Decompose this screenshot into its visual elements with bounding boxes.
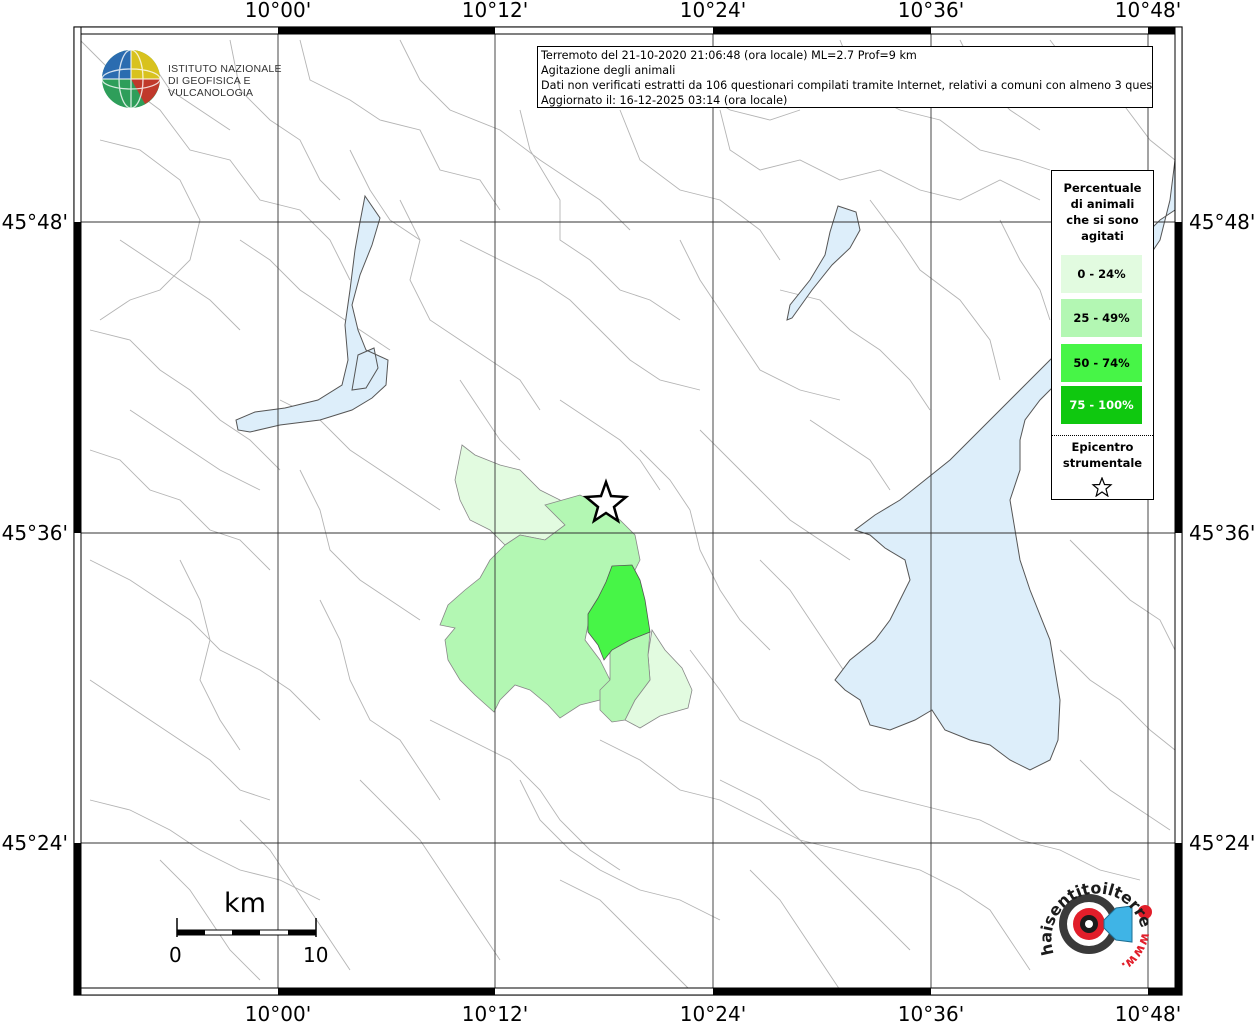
map-legend: Percentuale di animali che si sono agita… <box>1051 170 1154 500</box>
legend-class-swatch: 75 - 100% <box>1061 386 1142 424</box>
ingv-globe-icon <box>101 49 161 109</box>
event-info-line: Dati non verificati estratti da 106 ques… <box>541 79 1153 92</box>
lon-label-top: 10°12' <box>462 0 528 22</box>
lat-label-left: 45°48' <box>2 210 68 234</box>
legend-star-icon <box>1091 477 1113 497</box>
scale-min-label: 0 <box>169 943 182 967</box>
lon-label-top: 10°36' <box>898 0 964 22</box>
legend-title: Percentuale di animali che si sono agita… <box>1063 181 1142 243</box>
lon-label-bottom: 10°24' <box>680 1002 746 1024</box>
event-info-box: Terremoto del 21-10-2020 21:06:48 (ora l… <box>537 46 1153 108</box>
ingv-logo-line-1: ISTITUTO NAZIONALE <box>168 63 282 75</box>
event-info-line: Terremoto del 21-10-2020 21:06:48 (ora l… <box>541 49 917 62</box>
legend-class-swatch: 50 - 74% <box>1061 344 1142 382</box>
map-area <box>74 27 1182 995</box>
event-info-line: Agitazione degli animali <box>541 64 676 77</box>
lat-label-right: 45°48' <box>1189 210 1255 234</box>
scale-max-label: 10 <box>303 943 329 967</box>
lon-label-bottom: 10°00' <box>245 1002 311 1024</box>
lon-label-top: 10°24' <box>680 0 746 22</box>
legend-class-label: 0 - 24% <box>1077 267 1126 281</box>
legend-class-label: 75 - 100% <box>1069 398 1134 412</box>
lat-label-right: 45°36' <box>1189 521 1255 545</box>
ingv-logo: ISTITUTO NAZIONALE DI GEOFISICA E VULCAN… <box>100 48 315 110</box>
ingv-logo-line-2: DI GEOFISICA E VULCANOLOGIA <box>168 75 254 99</box>
legend-separator <box>1052 435 1153 436</box>
event-info-line: Aggiornato il: 16-12-2025 03:14 (ora loc… <box>541 94 788 107</box>
legend-class-swatch: 25 - 49% <box>1061 299 1142 337</box>
haisentito-logo: haisentitoilterremoto.it www. <box>1024 847 1157 987</box>
lon-label-top: 10°00' <box>245 0 311 22</box>
scale-unit-label: km <box>224 888 266 919</box>
lat-label-left: 45°24' <box>2 831 68 855</box>
lon-label-bottom: 10°12' <box>462 1002 528 1024</box>
legend-class-label: 25 - 49% <box>1073 311 1130 325</box>
legend-epicentre-label: Epicentro strumentale <box>1062 440 1143 470</box>
legend-class-label: 50 - 74% <box>1073 356 1130 370</box>
haisentito-logo-icon: haisentitoilterremoto.it www. <box>1024 847 1156 974</box>
lat-label-right: 45°24' <box>1189 831 1255 855</box>
legend-class-swatch: 0 - 24% <box>1061 255 1142 293</box>
lon-label-bottom: 10°48' <box>1115 1002 1181 1024</box>
lat-label-left: 45°36' <box>2 521 68 545</box>
lon-label-top: 10°48' <box>1115 0 1181 22</box>
lon-label-bottom: 10°36' <box>898 1002 964 1024</box>
